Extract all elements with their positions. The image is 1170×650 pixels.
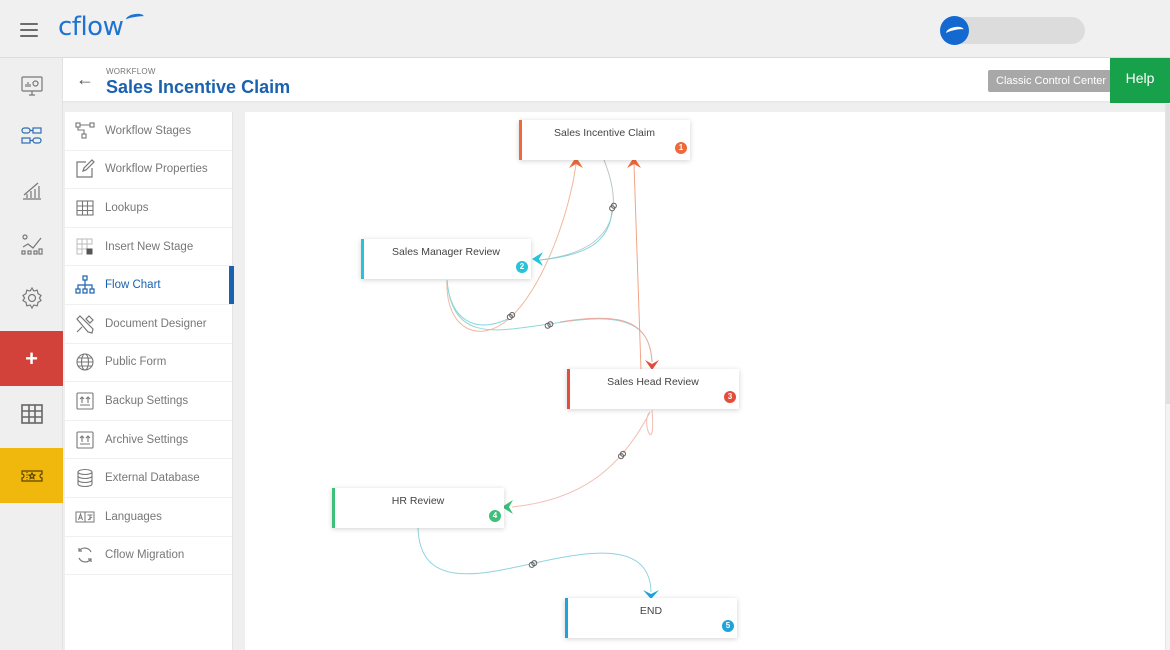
breadcrumb[interactable]: WORKFLOW: [106, 67, 156, 76]
submenu-item-workflow-stages[interactable]: Workflow Stages: [65, 112, 232, 151]
stage-number-badge: 5: [722, 620, 734, 632]
stage-color-bar: [567, 369, 570, 409]
submenu-item-insert-new-stage[interactable]: Insert New Stage: [65, 228, 232, 267]
hamburger-icon[interactable]: [20, 23, 38, 37]
submenu-item-public-form[interactable]: Public Form: [65, 344, 232, 383]
stage-node-hr-review[interactable]: HR Review 4: [332, 488, 504, 528]
stage-node-sales-head-review[interactable]: Sales Head Review 3: [567, 369, 739, 409]
submenu-item-languages[interactable]: Languages: [65, 498, 232, 537]
submenu-item-archive-settings[interactable]: Archive Settings: [65, 421, 232, 460]
submenu-label: Insert New Stage: [105, 240, 194, 253]
edit-properties-icon: [76, 159, 95, 178]
migration-icon: [78, 547, 92, 563]
cflow-logo[interactable]: cflow: [58, 12, 124, 42]
stage-node-sales-manager-review[interactable]: Sales Manager Review 2: [361, 239, 531, 279]
stage-color-bar: [565, 598, 568, 638]
plus-icon: +: [25, 345, 38, 371]
logo-swoosh: [125, 12, 145, 24]
table-grid-icon: [20, 403, 43, 424]
stage-name: HR Review: [391, 495, 445, 507]
stage-number-badge: 4: [489, 510, 501, 522]
submenu-item-lookups[interactable]: Lookups: [65, 189, 232, 228]
page-header: ← WORKFLOW Sales Incentive Claim Classic…: [63, 58, 1170, 103]
rail-tickets[interactable]: [0, 448, 63, 503]
monitor-dashboard-icon: [20, 75, 43, 96]
top-bar: cflow: [0, 0, 1170, 58]
submenu-item-backup-settings[interactable]: Backup Settings: [65, 382, 232, 421]
stage-color-bar: [519, 120, 522, 160]
insert-stage-icon: [76, 238, 93, 255]
vertical-scrollbar[interactable]: [1165, 104, 1170, 650]
submenu-label: Lookups: [105, 201, 149, 214]
submenu-label: Languages: [105, 510, 162, 523]
submenu-item-flow-chart[interactable]: Flow Chart: [65, 266, 234, 305]
rail-reports[interactable]: [0, 162, 63, 217]
submenu-item-workflow-properties[interactable]: Workflow Properties: [65, 151, 232, 190]
workflow-config-icon: [20, 126, 42, 144]
rail-dashboard[interactable]: [0, 58, 63, 113]
stage-number-badge: 1: [675, 142, 687, 154]
scrollbar-thumb[interactable]: [1166, 104, 1170, 404]
reports-chart-icon: [22, 182, 41, 200]
stage-color-bar: [361, 239, 364, 279]
submenu-label: Workflow Stages: [105, 124, 192, 137]
submenu-label: Cflow Migration: [105, 549, 185, 562]
submenu-label: Flow Chart: [105, 279, 161, 292]
ticket-star-icon: [20, 469, 43, 482]
stage-number-badge: 2: [516, 261, 528, 273]
back-arrow-icon[interactable]: ←: [76, 69, 94, 90]
settings-gear-icon: [21, 286, 42, 309]
globe-icon: [76, 353, 94, 371]
page-title: Sales Incentive Claim: [106, 77, 291, 97]
languages-icon: [75, 511, 95, 523]
stage-color-bar: [332, 488, 335, 528]
analytics-icon: [20, 233, 43, 255]
rail-analytics[interactable]: [0, 216, 63, 271]
rail-add-button[interactable]: +: [0, 331, 63, 386]
cflow-avatar-icon[interactable]: [940, 16, 969, 45]
rail-workflows[interactable]: [0, 108, 63, 163]
stage-number-badge: 3: [724, 391, 736, 403]
submenu-item-cflow-migration[interactable]: Cflow Migration: [65, 537, 232, 576]
workflow-submenu: Workflow Stages Workflow Properties Look…: [65, 112, 234, 650]
classic-control-center-button[interactable]: Classic Control Center: [988, 70, 1115, 92]
submenu-label: Backup Settings: [105, 394, 189, 407]
stage-node-sales-incentive-claim[interactable]: Sales Incentive Claim 1: [519, 120, 690, 160]
backup-icon: [76, 392, 94, 410]
stage-name: Sales Head Review: [607, 376, 699, 388]
stage-name: END: [639, 605, 663, 617]
database-icon: [77, 469, 93, 488]
stage-name: Sales Manager Review: [392, 246, 500, 258]
submenu-label: External Database: [105, 472, 200, 485]
submenu-item-external-database[interactable]: External Database: [65, 459, 232, 498]
help-button[interactable]: Help: [1110, 58, 1170, 103]
rail-settings[interactable]: [0, 270, 63, 325]
submenu-label: Document Designer: [105, 317, 207, 330]
submenu-label: Workflow Properties: [105, 163, 208, 176]
flow-chart-icon: [75, 275, 95, 294]
workflow-stages-icon: [75, 122, 95, 139]
stage-name: Sales Incentive Claim: [554, 127, 655, 139]
document-designer-icon: [76, 314, 94, 334]
rail-tables[interactable]: [0, 386, 63, 441]
submenu-label: Public Form: [105, 356, 167, 369]
stage-node-end[interactable]: END 5: [565, 598, 737, 638]
submenu-item-document-designer[interactable]: Document Designer: [65, 305, 232, 344]
left-rail: +: [0, 58, 63, 650]
archive-icon: [76, 430, 94, 449]
lookups-table-icon: [76, 200, 94, 216]
submenu-label: Archive Settings: [105, 433, 189, 446]
